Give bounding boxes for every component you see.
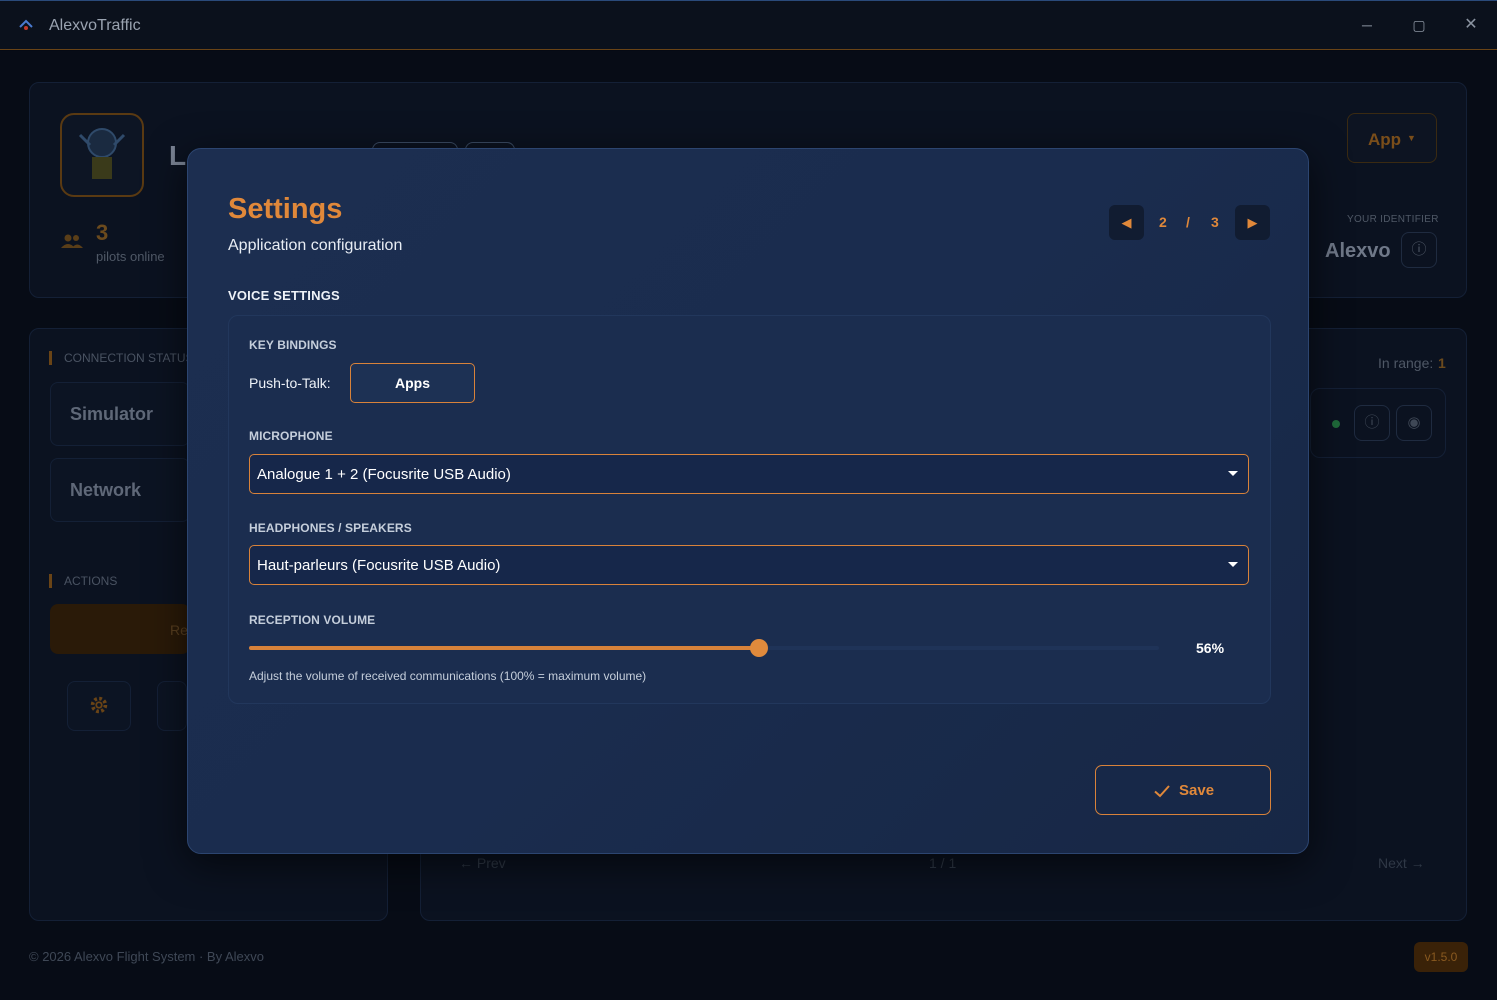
actions-label: ACTIONS: [49, 574, 117, 588]
prev-page-button[interactable]: ◀: [1109, 205, 1144, 240]
online-status-dot: [1332, 420, 1340, 428]
pilot-avatar-icon: [78, 128, 126, 179]
modal-subtitle: Application configuration: [228, 237, 403, 254]
next-page-link[interactable]: Next →: [1378, 855, 1425, 871]
info-icon[interactable]: ⓘ: [1354, 405, 1390, 441]
in-range-value: 1: [1438, 355, 1446, 371]
reception-volume-slider[interactable]: [249, 639, 1159, 657]
gear-icon: [90, 696, 108, 714]
current-page: 2: [1159, 214, 1167, 230]
action-button-label: Re: [170, 622, 188, 638]
user-name: L: [169, 140, 187, 171]
secondary-button[interactable]: [157, 681, 187, 731]
page-separator: /: [1186, 214, 1190, 230]
app-menu-label: App: [1368, 130, 1402, 149]
identifier-value: Alexvo: [1325, 240, 1391, 262]
maximize-button[interactable]: ▢: [1409, 15, 1429, 35]
settings-modal: Settings Application configuration ◀ 2 /…: [187, 148, 1309, 854]
microphone-label: MICROPHONE: [249, 429, 333, 443]
save-button[interactable]: Save: [1095, 765, 1271, 815]
push-to-talk-key-button[interactable]: Apps: [350, 363, 475, 403]
slider-thumb[interactable]: [749, 639, 768, 657]
close-button[interactable]: ✕: [1461, 15, 1481, 35]
identifier-label: YOUR IDENTIFIER: [1347, 214, 1439, 225]
users-icon: [61, 234, 83, 248]
microphone-select[interactable]: Analogue 1 + 2 (Focusrite USB Audio): [249, 454, 1249, 494]
connection-status-label: CONNECTION STATUS: [49, 351, 194, 365]
check-icon: [1154, 785, 1170, 798]
pilots-online-label: pilots online: [96, 249, 165, 264]
network-label: Network: [70, 480, 142, 500]
total-pages: 3: [1211, 214, 1219, 230]
slider-fill: [249, 646, 759, 650]
footer-text: © 2026 Alexvo Flight System · By Alexvo: [29, 949, 265, 964]
voice-settings-panel: KEY BINDINGS Push-to-Talk: Apps MICROPHO…: [228, 315, 1271, 704]
reception-volume-value: 56%: [1196, 640, 1225, 656]
minimize-button[interactable]: ─: [1357, 15, 1377, 35]
microphone-selected-value: Analogue 1 + 2 (Focusrite USB Audio): [257, 466, 511, 483]
action-button[interactable]: [50, 604, 190, 654]
window-title: AlexvoTraffic: [49, 17, 141, 34]
headphones-label: HEADPHONES / SPEAKERS: [249, 521, 412, 535]
headphones-selected-value: Haut-parleurs (Focusrite USB Audio): [257, 557, 501, 574]
headphones-select[interactable]: Haut-parleurs (Focusrite USB Audio): [249, 545, 1249, 585]
eye-icon[interactable]: ◉: [1396, 405, 1432, 441]
reception-volume-label: RECEPTION VOLUME: [249, 613, 376, 627]
save-button-label: Save: [1179, 782, 1215, 799]
info-icon[interactable]: ⓘ: [1401, 232, 1437, 268]
prev-page-link[interactable]: ← Prev: [459, 855, 506, 871]
chevron-down-icon: [1228, 471, 1238, 476]
modal-title: Settings: [228, 193, 343, 225]
avatar: [60, 113, 144, 197]
next-page-button[interactable]: ▶: [1235, 205, 1270, 240]
simulator-label: Simulator: [70, 404, 154, 424]
app-logo-icon: [19, 19, 33, 30]
pilots-count: 3: [96, 220, 109, 245]
in-range-label: In range:: [1378, 355, 1434, 371]
caret-down-icon: ▼: [1407, 133, 1416, 143]
section-title: VOICE SETTINGS: [228, 288, 340, 303]
push-to-talk-label: Push-to-Talk:: [249, 375, 331, 391]
version-badge: v1.5.0: [1414, 942, 1468, 972]
reception-volume-hint: Adjust the volume of received communicat…: [249, 669, 647, 683]
settings-pager: ◀ 2 / 3 ▶: [1109, 205, 1270, 240]
key-bindings-label: KEY BINDINGS: [249, 338, 337, 352]
title-bar: AlexvoTraffic ─ ▢ ✕: [0, 0, 1497, 50]
page-indicator: 1 / 1: [929, 855, 957, 871]
chevron-down-icon: [1228, 562, 1238, 567]
